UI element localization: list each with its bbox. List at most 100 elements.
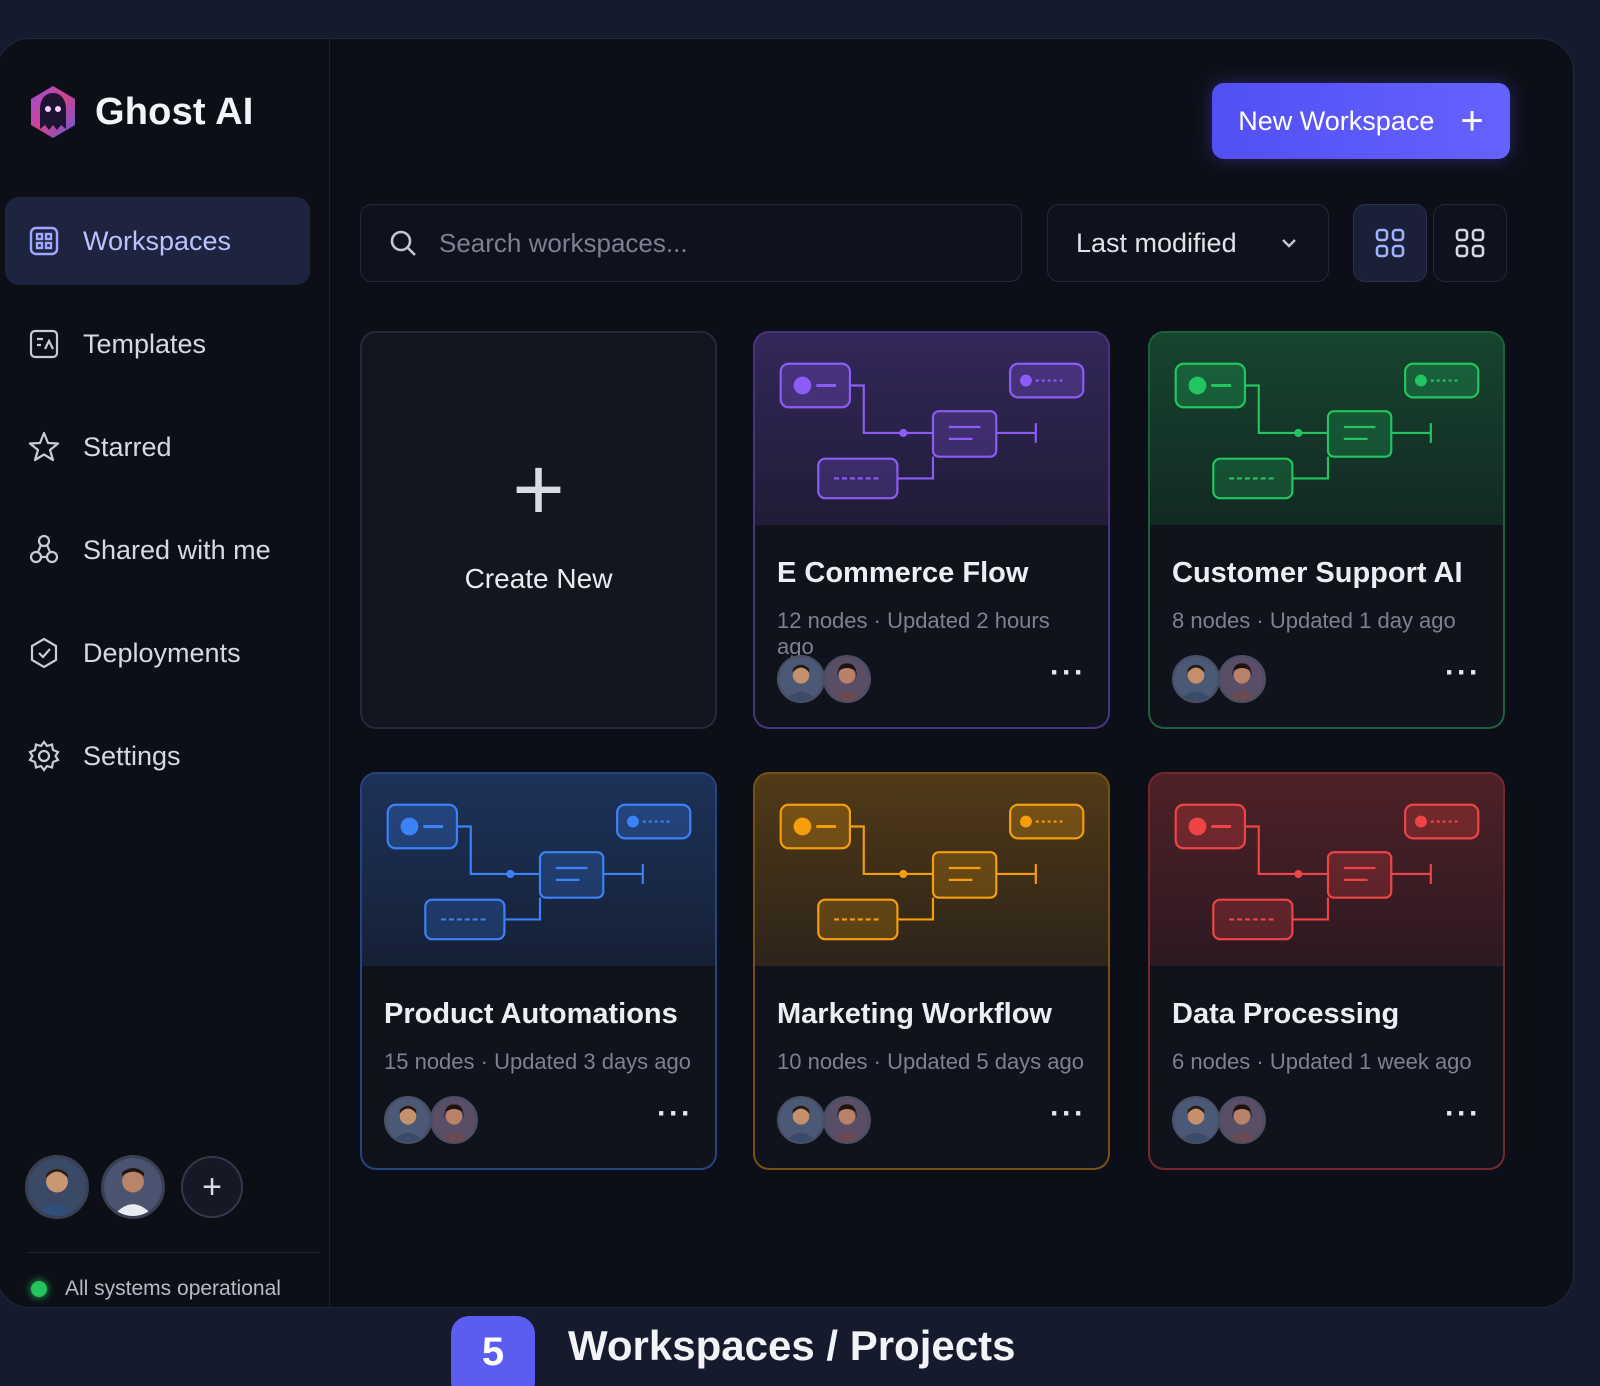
- card-body: Data Processing 6 nodes · Updated 1 week…: [1150, 998, 1503, 1075]
- workflow-preview: [755, 774, 1108, 966]
- new-workspace-button[interactable]: New Workspace +: [1212, 83, 1510, 159]
- workspace-card[interactable]: Data Processing 6 nodes · Updated 1 week…: [1148, 772, 1505, 1170]
- avatar[interactable]: [1172, 655, 1220, 703]
- sidebar-item-settings[interactable]: Settings: [5, 712, 310, 800]
- avatar[interactable]: [1172, 1096, 1220, 1144]
- status-dot-icon: [31, 1281, 47, 1297]
- collaborator-avatars: [1172, 655, 1266, 703]
- sort-dropdown[interactable]: Last modified: [1047, 204, 1329, 282]
- avatar[interactable]: [823, 655, 871, 703]
- star-icon: [27, 430, 61, 464]
- workflow-preview: [755, 333, 1108, 525]
- templates-icon: [27, 327, 61, 361]
- avatar[interactable]: [25, 1155, 89, 1219]
- avatar[interactable]: [777, 1096, 825, 1144]
- workflow-diagram-icon: [779, 803, 1085, 941]
- app-window: Ghost AI Workspaces Templates Starred Sh…: [0, 38, 1574, 1308]
- sidebar-item-label: Deployments: [83, 637, 241, 668]
- workspace-card[interactable]: Marketing Workflow 10 nodes · Updated 5 …: [753, 772, 1110, 1170]
- workflow-preview: [1150, 333, 1503, 525]
- card-body: Product Automations 15 nodes · Updated 3…: [362, 998, 715, 1075]
- workspace-title: Product Automations: [384, 998, 678, 1030]
- sidebar-item-label: Shared with me: [83, 534, 271, 565]
- sidebar-item-starred[interactable]: Starred: [5, 403, 310, 491]
- plus-icon: +: [512, 440, 565, 540]
- sort-value: Last modified: [1076, 227, 1237, 258]
- workspace-card[interactable]: E Commerce Flow 12 nodes · Updated 2 hou…: [753, 331, 1110, 729]
- avatar[interactable]: [430, 1096, 478, 1144]
- card-footer: ···: [1172, 1096, 1481, 1144]
- search-input[interactable]: [439, 227, 999, 259]
- more-options-button[interactable]: ···: [657, 1099, 693, 1141]
- avatar[interactable]: [1218, 1096, 1266, 1144]
- deployments-icon: [27, 636, 61, 670]
- create-new-label: Create New: [464, 563, 613, 594]
- card-footer: ···: [1172, 655, 1481, 703]
- plus-icon: +: [1460, 99, 1484, 143]
- avatar[interactable]: [823, 1096, 871, 1144]
- more-options-button[interactable]: ···: [1445, 658, 1481, 700]
- workspace-card[interactable]: Customer Support AI 8 nodes · Updated 1 …: [1148, 331, 1505, 729]
- more-options-button[interactable]: ···: [1445, 1099, 1481, 1141]
- card-body: Marketing Workflow 10 nodes · Updated 5 …: [755, 998, 1108, 1075]
- sidebar-item-workspaces[interactable]: Workspaces: [5, 197, 310, 285]
- avatar[interactable]: [101, 1155, 165, 1219]
- grid-icon: [1375, 228, 1405, 258]
- workspace-title: E Commerce Flow: [777, 557, 1029, 589]
- sidebar-item-templates[interactable]: Templates: [5, 300, 310, 388]
- workflow-diagram-icon: [386, 803, 692, 941]
- create-new-card[interactable]: + Create New: [360, 331, 717, 729]
- step-number-badge: 5: [451, 1316, 535, 1386]
- workspace-meta: 8 nodes · Updated 1 day ago: [1172, 608, 1456, 633]
- avatar[interactable]: [384, 1096, 432, 1144]
- compact-grid-view-button[interactable]: [1433, 204, 1507, 282]
- workflow-diagram-icon: [1174, 803, 1480, 941]
- more-options-button[interactable]: ···: [1050, 1099, 1086, 1141]
- sidebar-item-label: Workspaces: [83, 225, 232, 256]
- sidebar: Ghost AI Workspaces Templates Starred Sh…: [0, 39, 330, 1307]
- workspace-title: Customer Support AI: [1172, 557, 1463, 589]
- card-footer: ···: [384, 1096, 693, 1144]
- sidebar-item-label: Starred: [83, 431, 172, 462]
- team-members: +: [25, 1155, 243, 1219]
- workflow-preview: [362, 774, 715, 966]
- card-footer: ···: [777, 1096, 1086, 1144]
- workspaces-icon: [27, 224, 61, 258]
- workspace-title: Marketing Workflow: [777, 998, 1052, 1030]
- more-options-button[interactable]: ···: [1050, 658, 1086, 700]
- card-body: E Commerce Flow 12 nodes · Updated 2 hou…: [755, 557, 1108, 660]
- new-workspace-label: New Workspace: [1238, 105, 1435, 136]
- search-box[interactable]: [360, 204, 1022, 282]
- add-member-button[interactable]: +: [181, 1156, 243, 1218]
- gear-icon: [27, 739, 61, 773]
- avatar[interactable]: [777, 655, 825, 703]
- avatar[interactable]: [1218, 655, 1266, 703]
- grid-view-button[interactable]: [1353, 204, 1427, 282]
- brand[interactable]: Ghost AI: [27, 83, 254, 141]
- collaborator-avatars: [777, 655, 871, 703]
- sidebar-item-deployments[interactable]: Deployments: [5, 609, 310, 697]
- workspace-meta: 12 nodes · Updated 2 hours ago: [777, 608, 1050, 659]
- status-text: All systems operational: [65, 1277, 281, 1300]
- sidebar-nav: Workspaces Templates Starred Shared with…: [5, 197, 310, 815]
- shared-icon: [27, 533, 61, 567]
- workflow-diagram-icon: [1174, 362, 1480, 500]
- collaborator-avatars: [777, 1096, 871, 1144]
- workspace-card[interactable]: Product Automations 15 nodes · Updated 3…: [360, 772, 717, 1170]
- app-name: Ghost AI: [95, 90, 254, 133]
- workspace-meta: 6 nodes · Updated 1 week ago: [1172, 1049, 1472, 1074]
- divider: [27, 1252, 319, 1253]
- card-body: Customer Support AI 8 nodes · Updated 1 …: [1150, 557, 1503, 634]
- sidebar-item-shared[interactable]: Shared with me: [5, 506, 310, 594]
- sidebar-item-label: Settings: [83, 740, 181, 771]
- workspace-meta: 15 nodes · Updated 3 days ago: [384, 1049, 692, 1074]
- workspace-meta: 10 nodes · Updated 5 days ago: [777, 1049, 1085, 1074]
- system-status: All systems operational: [31, 1277, 281, 1301]
- collaborator-avatars: [1172, 1096, 1266, 1144]
- workflow-preview: [1150, 774, 1503, 966]
- caption-title: Workspaces / Projects: [568, 1322, 1016, 1369]
- search-icon: [390, 230, 416, 256]
- main-content: New Workspace + Last modified + Create N…: [330, 39, 1573, 1307]
- ghost-logo-icon: [31, 86, 75, 138]
- grid-icon: [1455, 228, 1485, 258]
